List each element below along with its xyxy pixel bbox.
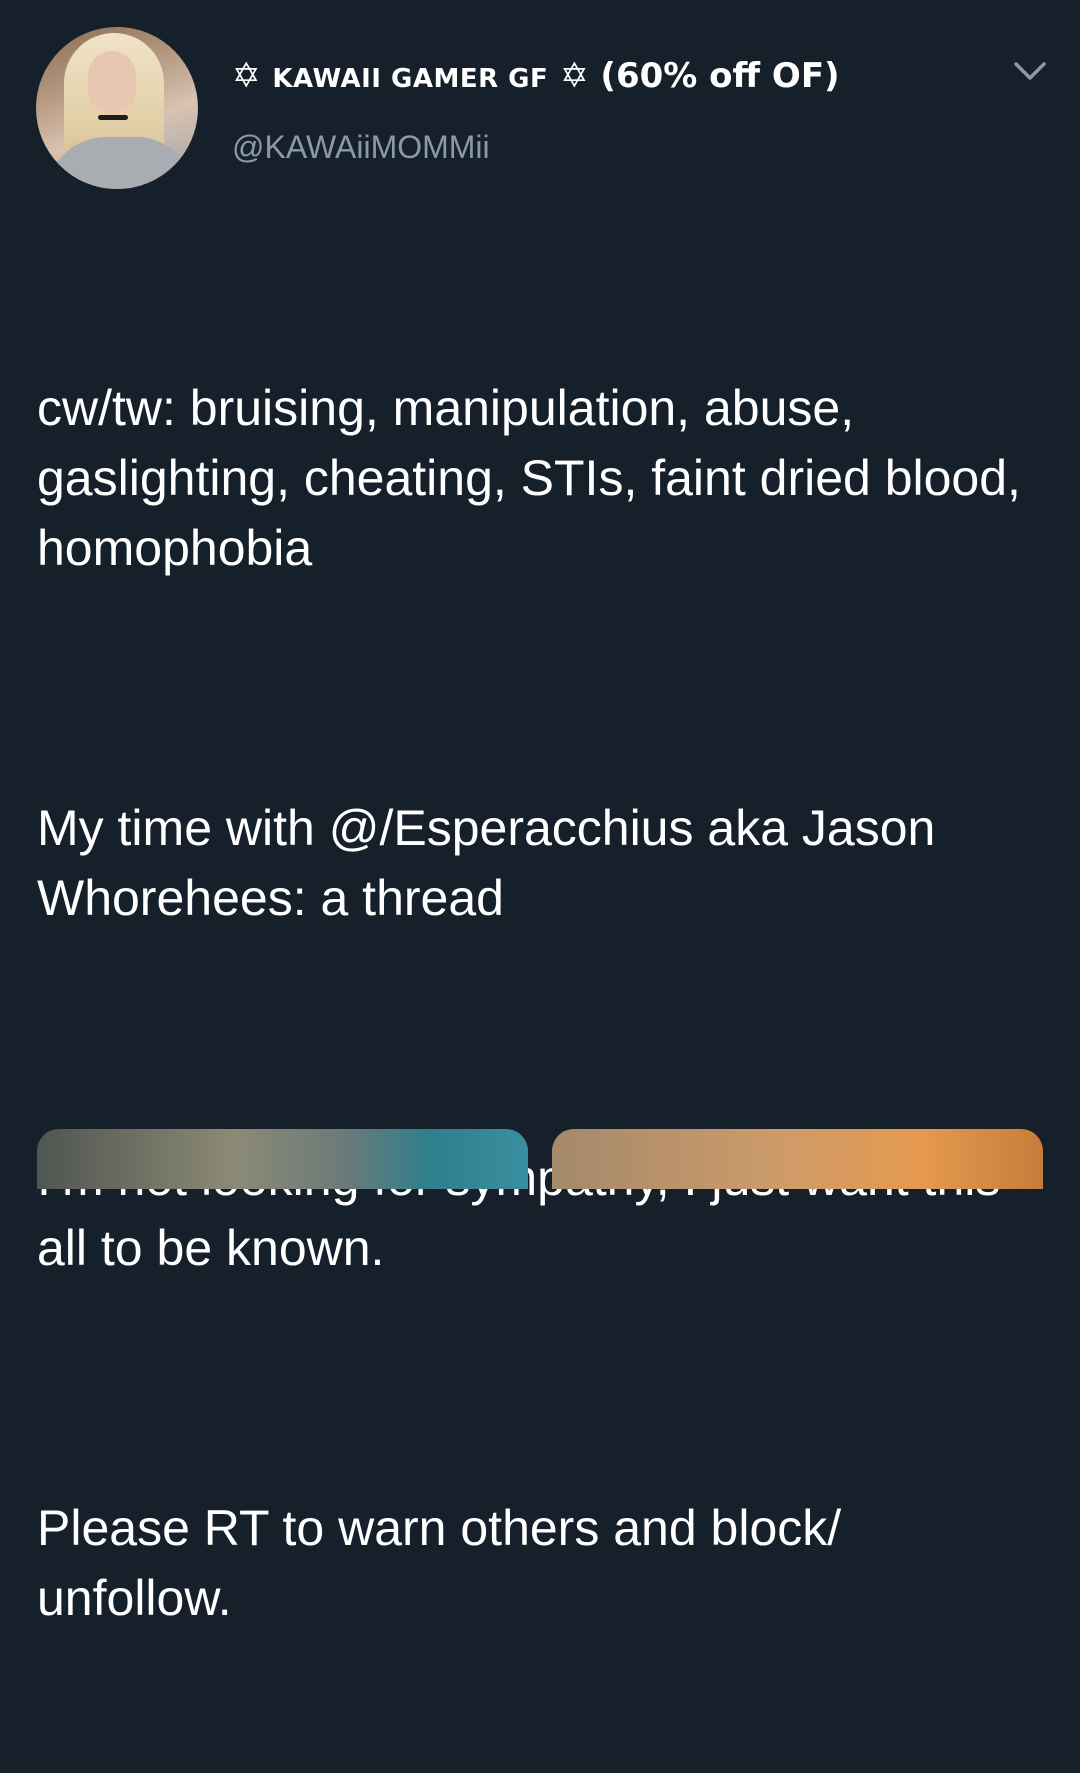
display-name-main: KAWAII GAMER GF bbox=[272, 64, 549, 94]
tweet-text: cw/tw: bruising, manipulation, abuse, ga… bbox=[37, 233, 1047, 1773]
media-image-right[interactable] bbox=[552, 1129, 1043, 1189]
tweet-paragraph-thread-intro: My time with @/Esperacchius aka Jason Wh… bbox=[37, 800, 950, 926]
media-image-left[interactable] bbox=[37, 1129, 528, 1189]
tweet-paragraph-content-warning: cw/tw: bruising, manipulation, abuse, ga… bbox=[37, 380, 1035, 576]
display-name-prefix: ✡ bbox=[232, 56, 261, 96]
tweet: ✡ KAWAII GAMER GF ✡ (60% off OF) @KAWAii… bbox=[0, 0, 1080, 1626]
author-display-name[interactable]: ✡ KAWAII GAMER GF ✡ (60% off OF) bbox=[232, 52, 840, 100]
chevron-down-icon[interactable] bbox=[1010, 54, 1050, 90]
avatar-face bbox=[88, 51, 136, 113]
tweet-paragraph-call-to-action: Please RT to warn others and block/ unfo… bbox=[37, 1500, 856, 1626]
avatar-choker bbox=[98, 115, 128, 120]
author-handle[interactable]: @KAWAiiMOMMii bbox=[232, 124, 490, 170]
display-name-suffix: ✡ (60% off OF) bbox=[560, 56, 840, 96]
avatar[interactable] bbox=[36, 27, 198, 189]
